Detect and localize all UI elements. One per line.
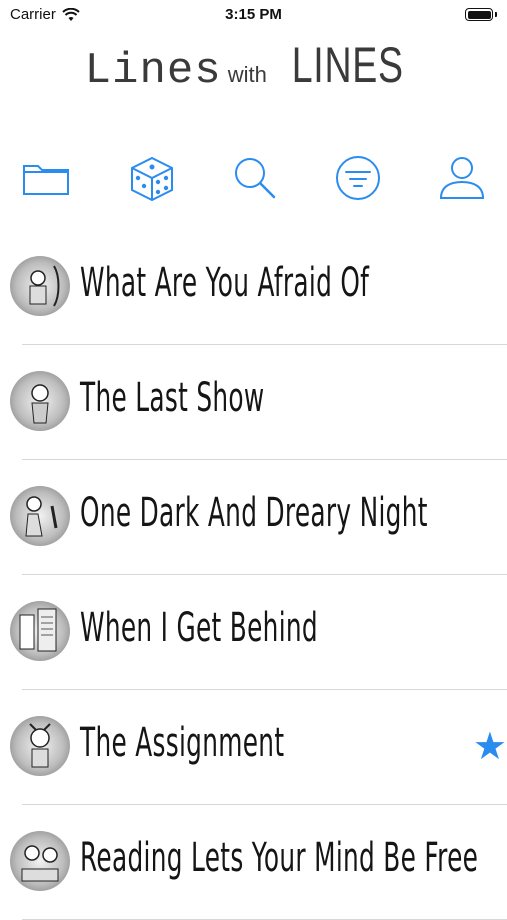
folder-button[interactable] — [18, 150, 74, 206]
toolbar — [0, 150, 507, 210]
poem-illustration — [10, 371, 70, 431]
poem-row[interactable]: What Are You Afraid Of — [10, 230, 507, 345]
title-lines: Lines — [84, 46, 222, 96]
app-title: Lines with LINES — [0, 36, 507, 106]
poem-illustration — [10, 831, 70, 891]
search-icon — [235, 158, 276, 199]
filter-button[interactable] — [330, 150, 386, 206]
poem-illustration — [10, 716, 70, 776]
poem-title: The Last Show — [80, 375, 265, 421]
profile-button[interactable] — [434, 150, 490, 206]
dice-icon — [131, 156, 173, 202]
poem-row[interactable]: When I Get Behind — [10, 575, 507, 690]
battery-nub — [494, 12, 497, 17]
random-button[interactable] — [124, 150, 180, 206]
poem-illustration — [10, 601, 70, 661]
poem-list: What Are You Afraid Of The Last Show One… — [0, 230, 507, 920]
poem-row[interactable]: The Last Show — [10, 345, 507, 460]
filter-icon — [336, 156, 380, 200]
clock: 3:15 PM — [225, 6, 282, 23]
folder-icon — [23, 165, 69, 195]
poem-title: One Dark And Dreary Night — [80, 490, 428, 536]
poem-row[interactable]: One Dark And Dreary Night — [10, 460, 507, 575]
status-bar: Carrier 3:15 PM — [0, 0, 507, 30]
poem-title: What Are You Afraid Of — [80, 260, 370, 306]
favorite-star-icon[interactable]: ★ — [473, 728, 507, 766]
poem-illustration — [10, 256, 70, 316]
poem-title: The Assignment — [80, 720, 285, 766]
search-button[interactable] — [226, 150, 282, 206]
battery-icon — [465, 8, 493, 21]
profile-icon — [439, 157, 485, 199]
poem-title: When I Get Behind — [80, 605, 318, 651]
poem-illustration — [10, 486, 70, 546]
poem-row[interactable]: The Assignment ★ — [10, 690, 507, 805]
poem-title: Reading Lets Your Mind Be Free — [80, 835, 479, 881]
title-lines-caps: LINES — [291, 37, 404, 93]
title-with: with — [227, 62, 267, 87]
poem-row[interactable]: Reading Lets Your Mind Be Free — [10, 805, 507, 920]
